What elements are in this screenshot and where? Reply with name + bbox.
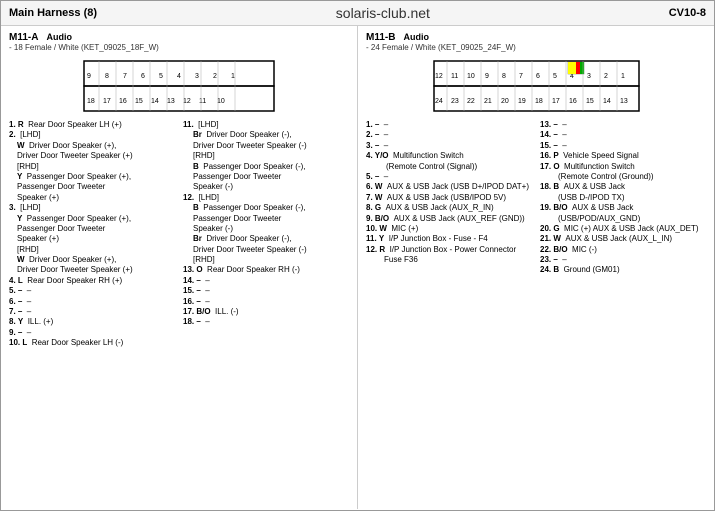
svg-text:17: 17 [103, 98, 111, 105]
svg-text:1: 1 [621, 73, 625, 80]
header: Main Harness (8) solaris-club.net CV10-8 [1, 1, 714, 26]
svg-text:17: 17 [552, 98, 560, 105]
svg-text:15: 15 [586, 98, 594, 105]
right-panel: M11-B Audio - 24 Female / White (KET_090… [358, 26, 714, 509]
svg-text:13: 13 [167, 98, 175, 105]
svg-text:2: 2 [213, 73, 217, 80]
svg-text:9: 9 [87, 73, 91, 80]
left-panel: M11-A Audio - 18 Female / White (KET_090… [1, 26, 358, 509]
table-row: 1. R Rear Door Speaker LH (+) 2. [LHD] W… [9, 120, 349, 349]
svg-text:1: 1 [231, 73, 235, 80]
svg-text:23: 23 [451, 98, 459, 105]
right-connector-name: M11-B [366, 32, 395, 43]
header-title: Main Harness (8) [9, 7, 97, 19]
svg-text:2: 2 [604, 73, 608, 80]
svg-text:13: 13 [620, 98, 628, 105]
svg-text:3: 3 [587, 73, 591, 80]
svg-text:24: 24 [435, 98, 443, 105]
table-row: 1. – – 2. – – 3. – – 4. Y/O Multifunctio… [366, 120, 706, 276]
left-connector-desc: - 18 Female / White (KET_09025_18F_W) [9, 43, 349, 52]
header-code: CV10-8 [669, 7, 706, 19]
page-container: Main Harness (8) solaris-club.net CV10-8… [0, 0, 715, 511]
svg-text:6: 6 [141, 73, 145, 80]
svg-text:15: 15 [135, 98, 143, 105]
main-content: M11-A Audio - 18 Female / White (KET_090… [1, 26, 714, 509]
svg-text:8: 8 [105, 73, 109, 80]
svg-text:4: 4 [177, 73, 181, 80]
svg-text:11: 11 [199, 98, 206, 105]
svg-text:20: 20 [501, 98, 509, 105]
svg-text:9: 9 [485, 73, 489, 80]
header-site: solaris-club.net [336, 5, 430, 21]
svg-text:5: 5 [159, 73, 163, 80]
svg-text:18: 18 [87, 98, 95, 105]
svg-text:10: 10 [467, 73, 475, 80]
right-pin-list: 1. – – 2. – – 3. – – 4. Y/O Multifunctio… [366, 120, 706, 276]
svg-text:7: 7 [519, 73, 523, 80]
svg-text:7: 7 [123, 73, 127, 80]
svg-text:12: 12 [435, 73, 443, 80]
right-panel-header: M11-B Audio - 24 Female / White (KET_090… [366, 32, 706, 52]
svg-text:19: 19 [518, 98, 526, 105]
right-connector-diagram: 12 11 10 9 8 7 6 5 4 3 2 1 24 23 22 21 [366, 56, 706, 116]
svg-text:18: 18 [535, 98, 543, 105]
svg-text:16: 16 [569, 98, 577, 105]
svg-text:5: 5 [553, 73, 557, 80]
svg-text:14: 14 [151, 98, 159, 105]
svg-text:22: 22 [467, 98, 475, 105]
svg-text:8: 8 [502, 73, 506, 80]
svg-text:14: 14 [603, 98, 611, 105]
left-connector-name: M11-A [9, 32, 38, 43]
svg-text:21: 21 [484, 98, 492, 105]
left-connector-type: Audio [46, 32, 72, 42]
left-panel-header: M11-A Audio - 18 Female / White (KET_090… [9, 32, 349, 52]
svg-text:3: 3 [195, 73, 199, 80]
right-connector-type: Audio [403, 32, 429, 42]
svg-text:16: 16 [119, 98, 127, 105]
svg-text:6: 6 [536, 73, 540, 80]
left-connector-diagram: 9 8 7 6 5 4 3 2 1 18 17 16 15 14 13 12 [9, 56, 349, 116]
left-pin-list: 1. R Rear Door Speaker LH (+) 2. [LHD] W… [9, 120, 349, 349]
svg-text:11: 11 [451, 73, 458, 80]
right-connector-desc: - 24 Female / White (KET_09025_24F_W) [366, 43, 706, 52]
